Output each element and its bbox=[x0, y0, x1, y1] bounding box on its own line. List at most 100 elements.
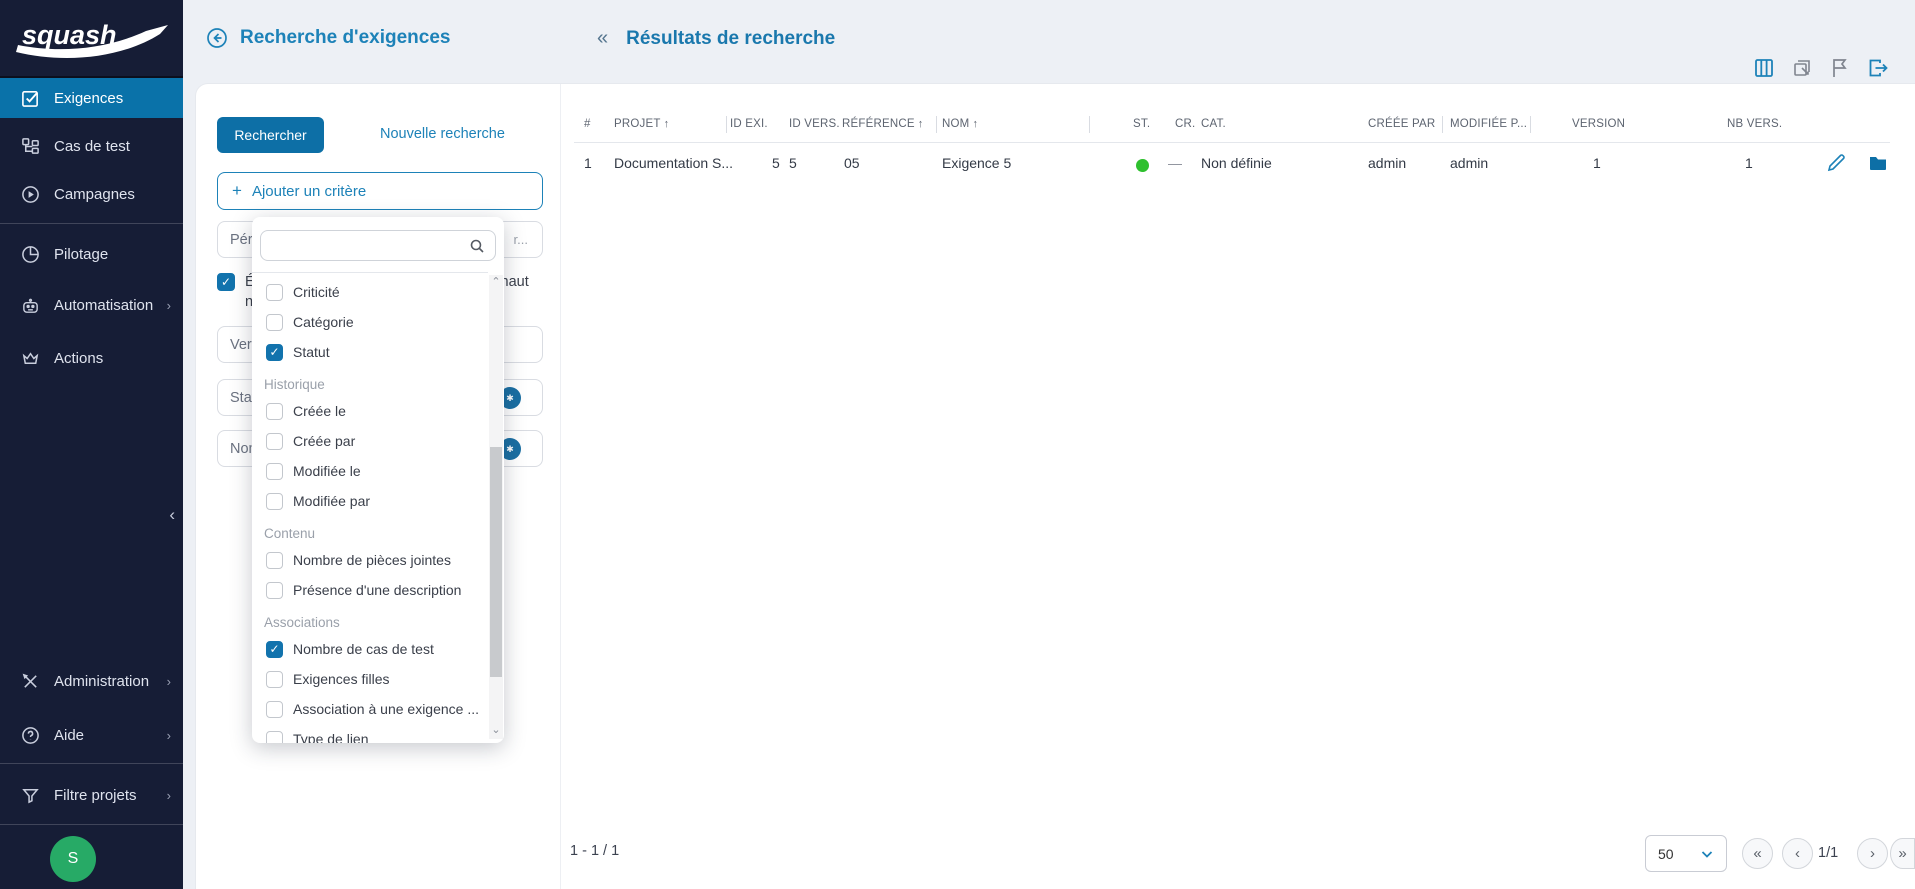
scrollbar-thumb[interactable] bbox=[490, 447, 502, 677]
perimetre-truncated-value: r... bbox=[513, 232, 528, 247]
col-header-reference[interactable]: RÉFÉRENCE ↑ bbox=[842, 118, 923, 130]
criteria-option[interactable]: Modifiée par bbox=[252, 486, 488, 516]
row-criticite: — bbox=[1168, 155, 1182, 171]
sidebar-item-label: Aide bbox=[54, 726, 85, 744]
criteria-option[interactable]: Créée le bbox=[252, 396, 488, 426]
row-reference: 05 bbox=[844, 155, 860, 171]
page-indicator: 1/1 bbox=[1818, 845, 1839, 861]
col-header-projet[interactable]: PROJET ↑ bbox=[614, 118, 669, 130]
folder-icon[interactable] bbox=[1868, 153, 1888, 173]
pie-chart-icon bbox=[20, 244, 40, 264]
sidebar-item-label: Automatisation bbox=[54, 296, 154, 314]
criteria-group-label: Historique bbox=[264, 377, 325, 392]
criteria-option[interactable]: Association à une exigence ... bbox=[252, 694, 488, 724]
first-page-button[interactable]: « bbox=[1742, 838, 1773, 869]
prev-page-button[interactable]: ‹ bbox=[1782, 838, 1813, 869]
chevron-right-icon: › bbox=[166, 787, 171, 803]
checkbox-icon[interactable] bbox=[266, 283, 283, 301]
column-separator bbox=[936, 116, 937, 133]
sidebar-item-automatisation[interactable]: Automatisation › bbox=[0, 285, 183, 325]
criteria-option[interactable]: Catégorie bbox=[252, 307, 488, 337]
page-size-select[interactable]: 50 bbox=[1645, 835, 1727, 872]
col-header-version[interactable]: VERSION bbox=[1572, 118, 1625, 130]
criteria-option[interactable]: Type de lien bbox=[252, 724, 488, 743]
criteria-option[interactable]: Modifiée le bbox=[252, 456, 488, 486]
select-rows-icon[interactable] bbox=[1790, 56, 1814, 80]
columns-icon[interactable] bbox=[1752, 56, 1776, 80]
criteria-search-box[interactable] bbox=[260, 230, 496, 261]
new-search-link[interactable]: Nouvelle recherche bbox=[380, 126, 505, 142]
col-header-modifiee-par[interactable]: MODIFIÉE P... bbox=[1450, 118, 1527, 130]
col-header-st[interactable]: ST. bbox=[1133, 118, 1150, 130]
scroll-up-icon[interactable]: ⌃ bbox=[489, 275, 503, 291]
criteria-group-label: Contenu bbox=[264, 526, 316, 541]
checkbox-icon[interactable] bbox=[266, 700, 283, 718]
col-header-id-vers[interactable]: ID VERS. bbox=[789, 118, 840, 130]
col-header-nom[interactable]: NOM ↑ bbox=[942, 118, 978, 130]
checkbox-icon[interactable] bbox=[266, 730, 283, 743]
checkbox-checked-icon[interactable]: ✓ bbox=[266, 343, 283, 361]
sidebar-divider bbox=[0, 223, 183, 224]
page-size-value: 50 bbox=[1658, 845, 1674, 862]
col-header-cat[interactable]: CAT. bbox=[1201, 118, 1226, 130]
scroll-down-icon[interactable]: ⌄ bbox=[489, 723, 503, 739]
checkbox-checked-icon[interactable]: ✓ bbox=[266, 640, 283, 658]
sidebar-collapse-chevron[interactable]: ‹ bbox=[169, 505, 175, 525]
sidebar-item-cas-de-test[interactable]: Cas de test bbox=[0, 126, 183, 166]
sidebar-item-administration[interactable]: Administration › bbox=[0, 661, 183, 701]
col-header-cr[interactable]: CR. bbox=[1175, 118, 1195, 130]
criteria-search-input[interactable] bbox=[271, 238, 469, 253]
sort-asc-icon: ↑ bbox=[663, 118, 670, 130]
export-icon[interactable] bbox=[1866, 56, 1890, 80]
sidebar-item-campagnes[interactable]: Campagnes bbox=[0, 174, 183, 214]
squash-logo: squash bbox=[10, 8, 170, 70]
criteria-option[interactable]: Criticité bbox=[252, 277, 488, 307]
criteria-option[interactable]: Nombre de pièces jointes bbox=[252, 545, 488, 575]
col-header-id-exi[interactable]: ID EXI. bbox=[730, 118, 768, 130]
tools-icon bbox=[20, 671, 40, 691]
sidebar-item-filtre-projets[interactable]: Filtre projets › bbox=[0, 775, 183, 815]
checkbox-icon[interactable] bbox=[266, 402, 283, 420]
criteria-option[interactable]: ✓ Nombre de cas de test bbox=[252, 634, 488, 664]
col-header-num: # bbox=[584, 118, 591, 130]
dropdown-divider bbox=[252, 272, 488, 273]
flag-icon[interactable] bbox=[1828, 56, 1852, 80]
user-avatar[interactable]: S bbox=[50, 836, 96, 882]
checkbox-icon[interactable] bbox=[266, 313, 283, 331]
row-num: 1 bbox=[584, 155, 592, 171]
checkbox-icon[interactable] bbox=[266, 432, 283, 450]
chevron-down-icon bbox=[1700, 847, 1714, 861]
search-button[interactable]: Rechercher bbox=[217, 117, 324, 153]
sidebar-item-label: Actions bbox=[54, 349, 104, 367]
checkbox-icon[interactable] bbox=[266, 670, 283, 688]
row-id-vers: 5 bbox=[789, 155, 797, 171]
sidebar-divider bbox=[0, 763, 183, 764]
collapse-panel-icon[interactable]: « bbox=[597, 27, 608, 50]
sidebar-item-pilotage[interactable]: Pilotage bbox=[0, 234, 183, 274]
sidebar-item-aide[interactable]: Aide › bbox=[0, 715, 183, 755]
sidebar-item-label: Cas de test bbox=[54, 137, 130, 155]
column-separator bbox=[1530, 116, 1531, 133]
add-criteria-button[interactable]: + Ajouter un critère bbox=[217, 172, 543, 210]
criteria-option[interactable]: Créée par bbox=[252, 426, 488, 456]
sidebar-item-exigences[interactable]: Exigences bbox=[0, 78, 183, 118]
header-underline bbox=[574, 142, 1890, 143]
criteria-option[interactable]: Présence d'une description bbox=[252, 575, 488, 605]
last-page-button[interactable]: » bbox=[1890, 838, 1915, 869]
back-arrow-circle-icon[interactable] bbox=[206, 27, 228, 49]
criteria-option[interactable]: Exigences filles bbox=[252, 664, 488, 694]
checkbox-icon[interactable] bbox=[266, 581, 283, 599]
checkbox-icon[interactable] bbox=[266, 492, 283, 510]
checkbox-icon[interactable] bbox=[266, 462, 283, 480]
checkbox-checked-icon[interactable]: ✓ bbox=[217, 273, 235, 291]
sidebar-item-label: Campagnes bbox=[54, 185, 135, 203]
edit-pencil-icon[interactable] bbox=[1826, 153, 1846, 173]
sidebar: squash Exigences Cas de test Campagnes P… bbox=[0, 0, 183, 889]
next-page-button[interactable]: › bbox=[1857, 838, 1888, 869]
col-header-creee-par[interactable]: CRÉÉE PAR bbox=[1368, 118, 1435, 130]
criteria-option[interactable]: ✓ Statut bbox=[252, 337, 488, 367]
checkbox-icon[interactable] bbox=[266, 551, 283, 569]
col-header-nb-vers[interactable]: NB VERS. bbox=[1727, 118, 1782, 130]
sidebar-item-actions[interactable]: Actions bbox=[0, 338, 183, 378]
dropdown-scrollbar[interactable]: ⌃ ⌄ bbox=[489, 275, 503, 739]
